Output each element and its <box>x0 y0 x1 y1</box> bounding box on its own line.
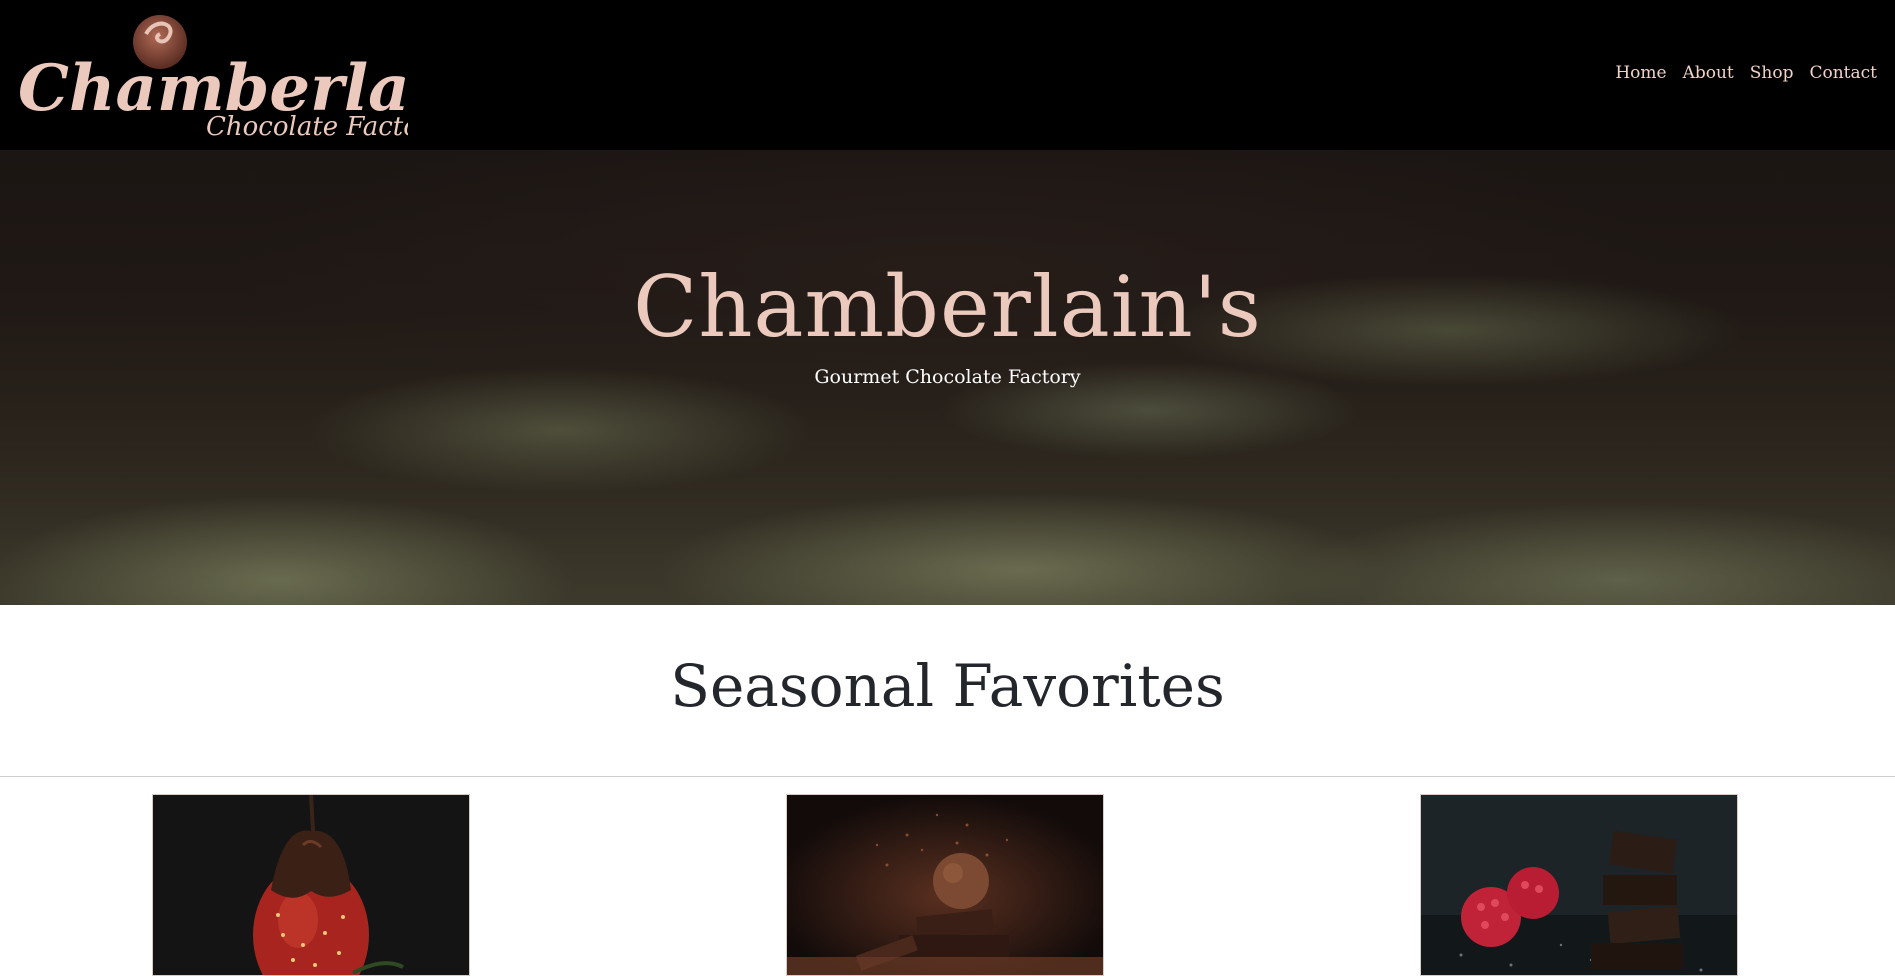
seasonal-favorites-heading: Seasonal Favorites <box>670 652 1225 720</box>
nav-link-contact[interactable]: Contact <box>1809 63 1877 83</box>
product-card-strawberry[interactable] <box>152 794 470 976</box>
nav-link-about[interactable]: About <box>1683 63 1734 83</box>
raspberry-chocolate-image <box>1421 795 1737 975</box>
hero-title: Chamberlain's <box>633 258 1262 356</box>
hero-banner: Chamberlain's Gourmet Chocolate Factory <box>0 150 1895 605</box>
logo-tagline: Chocolate Factory <box>206 112 408 140</box>
site-navbar: Chamberlain's Chocolate Factory Home Abo… <box>0 0 1895 150</box>
main-nav: Home About Shop Contact <box>1615 63 1877 83</box>
brand-logo[interactable]: Chamberlain's Chocolate Factory <box>16 8 408 140</box>
strawberry-image <box>153 795 469 975</box>
nav-link-home[interactable]: Home <box>1615 63 1666 83</box>
chocolate-truffle-logo: Chamberlain's Chocolate Factory <box>18 15 408 140</box>
nav-link-shop[interactable]: Shop <box>1750 63 1794 83</box>
hero-subtitle: Gourmet Chocolate Factory <box>814 366 1081 388</box>
product-card-truffle[interactable] <box>786 794 1104 976</box>
section-divider <box>0 776 1895 777</box>
truffle-image <box>787 795 1103 975</box>
product-card-raspberry-chocolate[interactable] <box>1420 794 1738 976</box>
